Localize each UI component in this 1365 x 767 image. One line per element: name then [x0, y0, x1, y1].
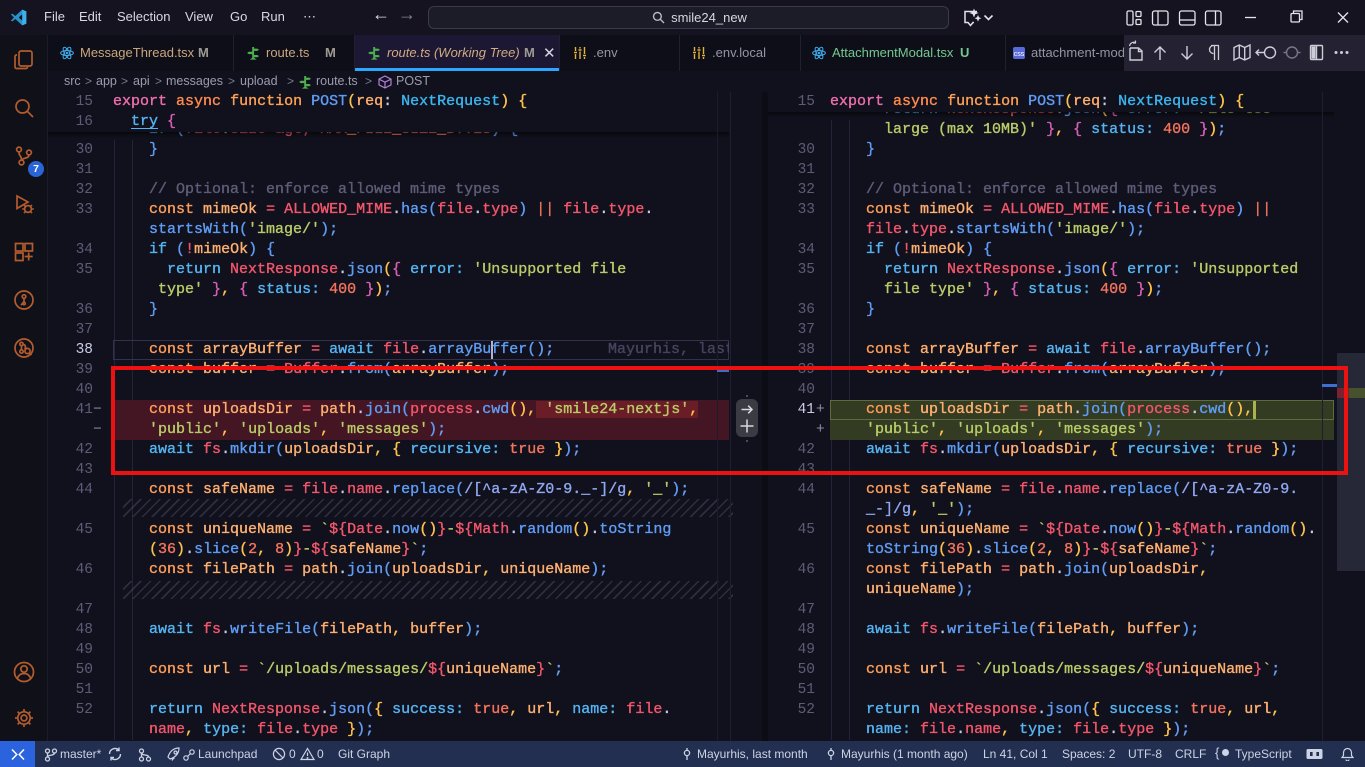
svg-text:css: css: [1014, 51, 1025, 58]
